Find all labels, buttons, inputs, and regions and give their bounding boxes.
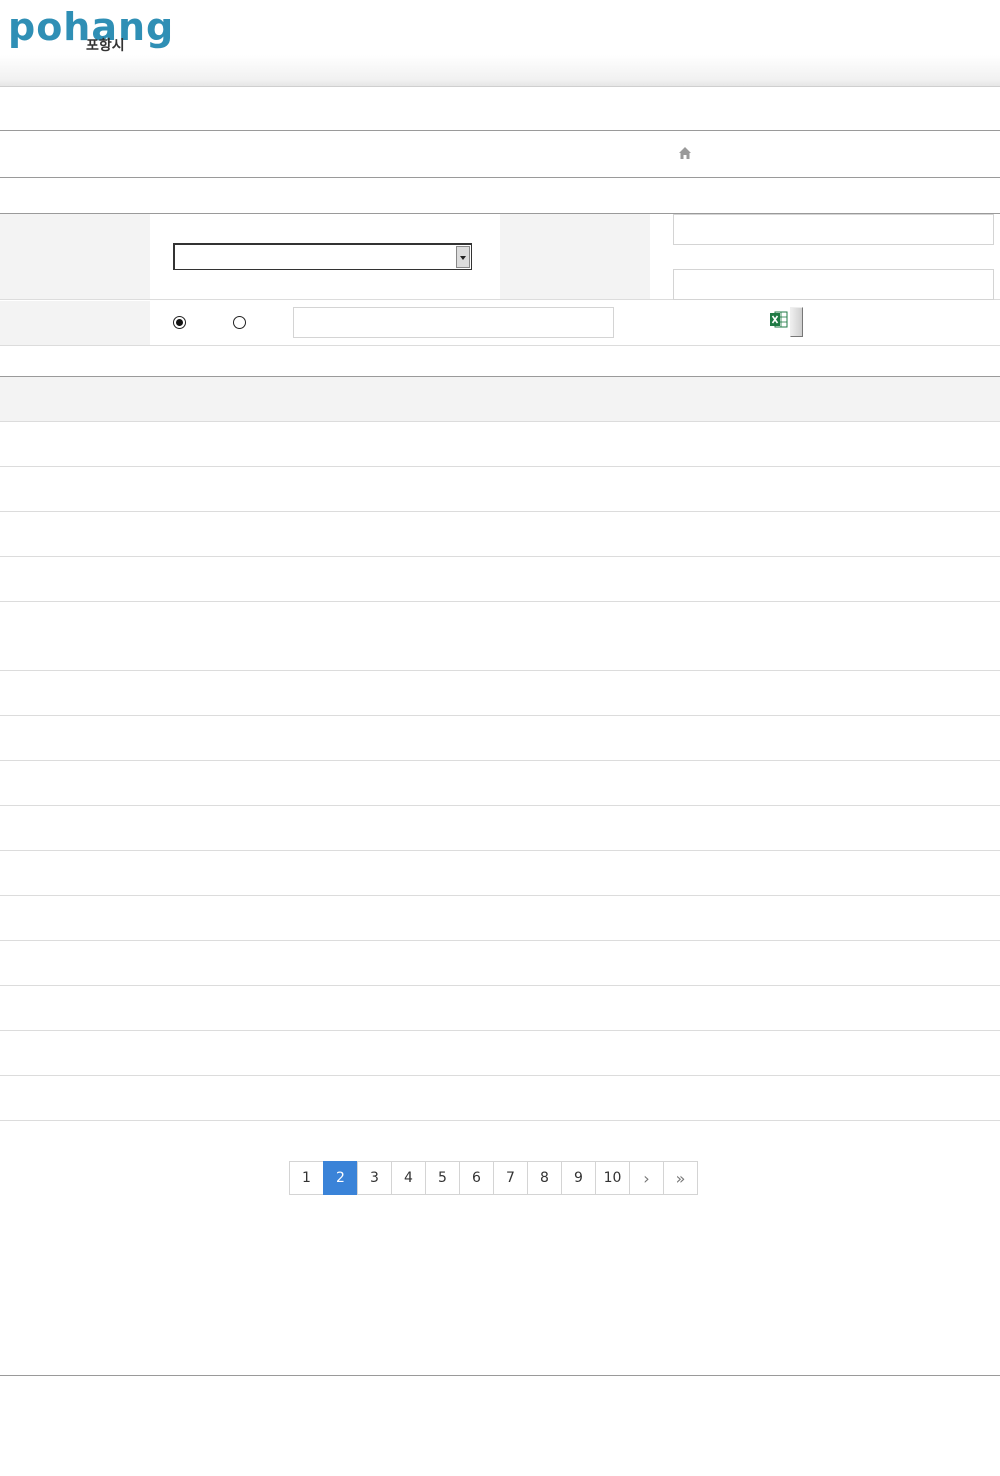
category-select[interactable] [173,243,472,270]
page-1-button[interactable]: 1 [289,1161,324,1195]
table-row[interactable] [0,422,1000,467]
table-row[interactable] [0,671,1000,716]
page-2-button-current[interactable]: 2 [323,1161,358,1195]
search-type-radio-1[interactable] [173,316,186,329]
chevron-down-icon[interactable] [456,246,470,268]
page-9-button[interactable]: 9 [561,1161,596,1195]
excel-icon[interactable] [770,311,788,328]
table-row[interactable] [0,602,1000,671]
table-row[interactable] [0,761,1000,806]
table-row[interactable] [0,716,1000,761]
table-row[interactable] [0,512,1000,557]
table-row[interactable] [0,851,1000,896]
search-type-radio-2[interactable] [233,316,246,329]
logo-city-name: 포항시 [86,38,125,54]
page-root: pohang 포항시 1 2 3 4 5 6 7 8 9 10 › » [0,0,1000,1476]
divider [0,177,1000,178]
table-row[interactable] [0,806,1000,851]
excel-download-button[interactable] [790,307,803,337]
page-4-button[interactable]: 4 [391,1161,426,1195]
search-label-cell [0,301,150,345]
pagination: 1 2 3 4 5 6 7 8 9 10 › » [289,1161,698,1195]
site-header: pohang 포항시 [0,0,1000,87]
table-row[interactable] [0,986,1000,1031]
next-page-button[interactable]: › [629,1161,664,1195]
home-icon[interactable] [678,146,692,160]
page-10-button[interactable]: 10 [595,1161,630,1195]
table-row[interactable] [0,941,1000,986]
search-label-cell [500,214,650,299]
search-label-cell [0,214,150,299]
page-8-button[interactable]: 8 [527,1161,562,1195]
table-row[interactable] [0,1031,1000,1076]
divider [0,130,1000,131]
table-row[interactable] [0,467,1000,512]
page-6-button[interactable]: 6 [459,1161,494,1195]
footer-divider [0,1375,1000,1376]
last-page-button[interactable]: » [663,1161,698,1195]
table-row[interactable] [0,1076,1000,1121]
page-7-button[interactable]: 7 [493,1161,528,1195]
search-keyword-input[interactable] [293,307,614,338]
pohang-logo[interactable]: pohang 포항시 [8,8,173,58]
date-from-input[interactable] [673,214,994,245]
page-5-button[interactable]: 5 [425,1161,460,1195]
page-3-button[interactable]: 3 [357,1161,392,1195]
date-to-input[interactable] [673,269,994,300]
table-row[interactable] [0,557,1000,602]
list-header-row [0,377,1000,422]
table-row[interactable] [0,896,1000,941]
